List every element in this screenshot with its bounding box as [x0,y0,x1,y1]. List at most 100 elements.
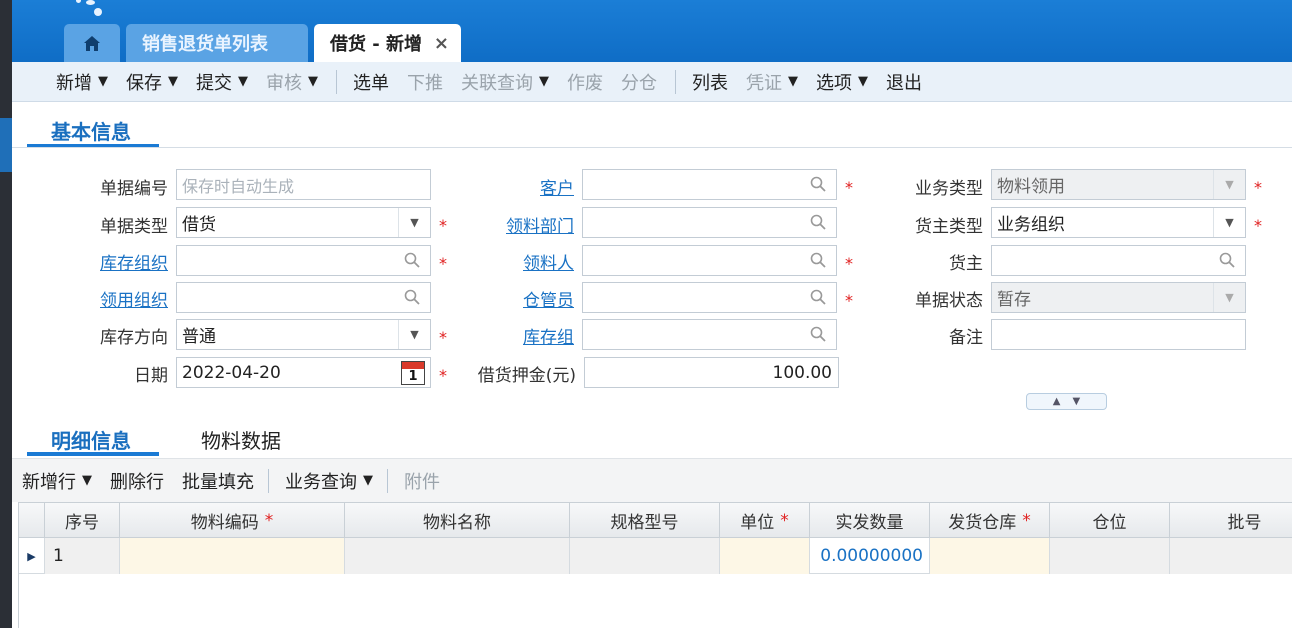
toolbar-item-label: 审核 [266,72,302,94]
detail-toolbar-item-2[interactable]: 批量填充 [182,468,254,494]
stock-dir-select[interactable]: 普通 ▼ [176,319,431,350]
toolbar-item-12[interactable]: 退出 [886,69,922,95]
search-icon[interactable] [810,289,826,305]
biz-type-select[interactable]: 物料领用 ▼ [991,169,1246,200]
search-icon[interactable] [810,176,826,192]
table-row[interactable]: ▶ 1 0.00000000 [19,538,1292,574]
toolbar-item-10[interactable]: 凭证 ▼ [746,69,798,95]
column-header[interactable]: 实发数量 [810,503,930,538]
column-header-label: 发货仓库 [948,513,1017,533]
caret-down-icon[interactable]: ▼ [238,74,248,89]
doc-type-select[interactable]: 借货 ▼ [176,207,431,238]
chevron-down-icon[interactable]: ▼ [1213,208,1245,237]
detail-toolbar-item-0[interactable]: 新增行 ▼ [22,468,92,494]
detail-toolbar-item-4[interactable]: 附件 [404,468,440,494]
column-header[interactable]: 物料编码 * [120,503,345,538]
search-icon[interactable] [1219,252,1235,268]
search-icon[interactable] [810,326,826,342]
caret-down-icon[interactable]: ▼ [98,74,108,89]
tab-detail[interactable]: 明细信息 [51,425,131,454]
tab-material[interactable]: 物料数据 [201,425,281,454]
toolbar-item-2[interactable]: 提交 ▼ [196,69,248,95]
column-header-label: 仓位 [1092,513,1127,533]
caret-down-icon[interactable]: ▼ [168,74,178,89]
dept-field[interactable] [582,207,837,238]
chevron-down-icon[interactable]: ▼ [1073,396,1081,407]
customer-field[interactable] [582,169,837,200]
toolbar-item-0[interactable]: 新增 ▼ [56,69,108,95]
chevron-up-icon[interactable]: ▲ [1053,396,1061,407]
column-header[interactable]: 单位 * [720,503,810,538]
toolbar-item-7[interactable]: 作废 [567,69,603,95]
column-header-label: 物料名称 [423,513,491,533]
caret-down-icon[interactable]: ▼ [858,74,868,89]
grid-cell[interactable] [570,538,720,574]
tab-loan-new[interactable]: 借货 - 新增 × [314,24,461,62]
stock-group-link[interactable]: 库存组 [460,323,574,348]
grid-cell[interactable] [345,538,570,574]
cell-seq[interactable]: 1 [45,538,120,574]
toolbar-item-5[interactable]: 下推 [407,69,443,95]
customer-link[interactable]: 客户 [460,174,574,199]
deposit-field[interactable]: 100.00 [584,357,839,388]
column-header[interactable]: 仓位 [1050,503,1170,538]
column-header[interactable]: 序号 [45,503,120,538]
date-field[interactable]: 2022-04-20 1 [176,357,431,388]
caret-down-icon[interactable]: ▼ [82,473,92,488]
collapse-toggle[interactable]: ▲ ▼ [1026,393,1107,410]
toolbar-item-3[interactable]: 审核 ▼ [266,69,318,95]
use-org-field[interactable] [176,282,431,313]
keeper-field[interactable] [582,282,837,313]
picker-link[interactable]: 领料人 [460,249,574,274]
column-header[interactable]: 批号 [1170,503,1292,538]
toolbar-item-1[interactable]: 保存 ▼ [126,69,178,95]
caret-down-icon[interactable]: ▼ [539,74,549,89]
status-select[interactable]: 暂存 ▼ [991,282,1246,313]
column-header-label: 物料编码 [190,513,259,533]
owner-field[interactable] [991,245,1246,276]
tab-sales-return-list[interactable]: 销售退货单列表 [126,24,308,62]
stock-org-field[interactable] [176,245,431,276]
cell-qty[interactable]: 0.00000000 [810,538,930,574]
stock-org-link[interactable]: 库存组织 [60,249,168,274]
caret-down-icon[interactable]: ▼ [363,473,373,488]
caret-down-icon[interactable]: ▼ [788,74,798,89]
detail-toolbar-item-1[interactable]: 删除行 [110,468,164,494]
grid-cell[interactable] [1050,538,1170,574]
keeper-link[interactable]: 仓管员 [460,286,574,311]
close-icon[interactable]: × [434,33,449,54]
stock-group-field[interactable] [582,319,837,350]
toolbar-item-8[interactable]: 分仓 [621,69,657,95]
grid-cell[interactable] [120,538,345,574]
left-strip [0,0,12,628]
tab-home[interactable] [64,24,120,62]
column-header[interactable]: 发货仓库 * [930,503,1050,538]
chevron-down-icon[interactable]: ▼ [1213,283,1245,312]
search-icon[interactable] [404,252,420,268]
search-icon[interactable] [810,214,826,230]
calendar-icon[interactable]: 1 [401,361,425,385]
toolbar-item-6[interactable]: 关联查询 ▼ [461,69,549,95]
column-header[interactable]: 规格型号 [570,503,720,538]
toolbar-item-label: 下推 [407,72,443,94]
chevron-down-icon[interactable]: ▼ [398,208,430,237]
dept-link[interactable]: 领料部门 [460,212,574,237]
toolbar-item-9[interactable]: 列表 [692,69,728,95]
picker-field[interactable] [582,245,837,276]
grid-cell[interactable] [1170,538,1292,574]
toolbar-item-11[interactable]: 选项 ▼ [816,69,868,95]
grid-cell[interactable] [720,538,810,574]
owner-type-select[interactable]: 业务组织 ▼ [991,207,1246,238]
search-icon[interactable] [810,252,826,268]
doc-no-field[interactable]: 保存时自动生成 [176,169,431,200]
chevron-down-icon[interactable]: ▼ [398,320,430,349]
chevron-down-icon[interactable]: ▼ [1213,170,1245,199]
detail-toolbar-item-3[interactable]: 业务查询 ▼ [285,468,373,494]
grid-cell[interactable] [930,538,1050,574]
caret-down-icon[interactable]: ▼ [308,74,318,89]
use-org-link[interactable]: 领用组织 [60,286,168,311]
toolbar-item-4[interactable]: 选单 [353,69,389,95]
remark-field[interactable] [991,319,1246,350]
column-header[interactable]: 物料名称 [345,503,570,538]
search-icon[interactable] [404,289,420,305]
